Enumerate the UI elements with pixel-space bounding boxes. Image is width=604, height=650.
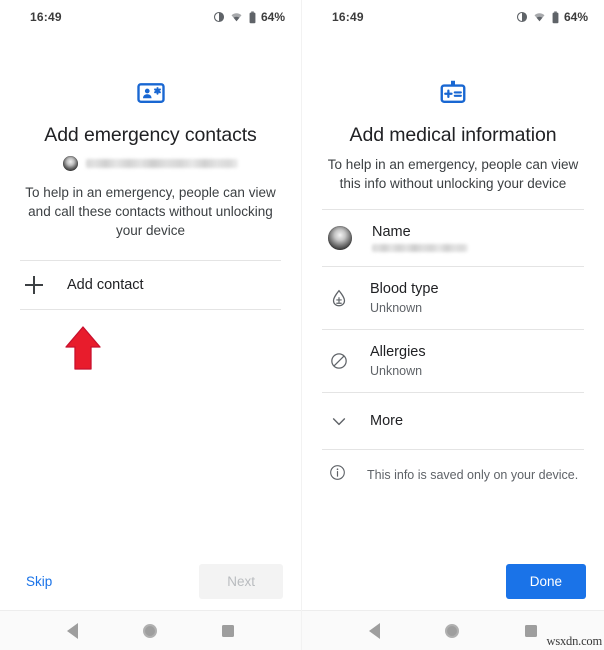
account-row <box>20 156 281 171</box>
emergency-contact-card-icon <box>136 83 165 103</box>
chevron-down-icon <box>328 410 350 432</box>
skip-button[interactable]: Skip <box>18 568 60 595</box>
android-nav-bar-left <box>0 610 301 650</box>
dual-screenshot-container: 16:49 64% Add emergency contacts To help… <box>0 0 604 650</box>
status-icons: 64% <box>516 10 588 24</box>
page-title: Add medical information <box>349 124 557 146</box>
wifi-icon <box>534 13 545 22</box>
right-content: Add medical information To help in an em… <box>302 34 604 552</box>
add-contact-label: Add contact <box>67 277 144 293</box>
page-description: To help in an emergency, people can view… <box>327 157 579 191</box>
site-watermark: wsxdn.com <box>546 634 603 648</box>
status-time: 16:49 <box>30 10 62 24</box>
left-content: Add emergency contacts To help in an eme… <box>0 34 301 552</box>
next-button[interactable]: Next <box>199 563 283 599</box>
recents-square-icon[interactable] <box>222 624 235 637</box>
dnd-icon <box>516 11 528 23</box>
wifi-icon <box>231 13 242 22</box>
blood-drop-icon <box>328 287 350 309</box>
battery-percent: 64% <box>563 10 588 24</box>
row-label: Blood type <box>370 281 439 297</box>
dnd-icon <box>213 11 225 23</box>
row-label: Name <box>372 224 411 240</box>
done-button[interactable]: Done <box>505 563 586 599</box>
row-label: More <box>370 413 404 429</box>
row-more[interactable]: More <box>322 393 584 449</box>
red-arrow-up-annotation-icon <box>65 326 101 370</box>
row-value: Unknown <box>370 364 423 378</box>
battery-icon <box>249 11 256 23</box>
info-icon <box>328 463 347 487</box>
add-contact-row[interactable]: Add contact <box>20 261 281 309</box>
row-blood-type[interactable]: Blood type Unknown <box>322 267 584 329</box>
right-footer-bar: Done <box>302 552 604 610</box>
plus-icon <box>25 276 43 294</box>
android-nav-bar-right: wsxdn.com <box>302 610 604 650</box>
row-value: Unknown <box>370 301 423 315</box>
recents-square-icon[interactable] <box>525 624 538 637</box>
hero-icon-wrap <box>322 78 584 108</box>
no-entry-icon <box>328 350 350 372</box>
annotation-arrow-wrap <box>20 326 281 370</box>
row-text: Name <box>372 224 468 252</box>
battery-percent: 64% <box>260 10 285 24</box>
divider-below-add-contact <box>20 309 281 310</box>
row-label: Allergies <box>370 344 426 360</box>
back-triangle-icon[interactable] <box>368 622 380 639</box>
page-description: To help in an emergency, people can view… <box>25 185 276 238</box>
account-avatar <box>63 156 78 171</box>
medical-id-badge-icon <box>440 80 466 103</box>
account-email-redacted <box>86 159 238 168</box>
left-footer-bar: Skip Next <box>0 552 301 610</box>
home-circle-icon[interactable] <box>142 623 157 638</box>
info-note-row: This info is saved only on your device. <box>322 450 584 500</box>
right-phone-screen: 16:49 64% Add medical information To hel… <box>302 0 604 650</box>
row-allergies[interactable]: Allergies Unknown <box>322 330 584 392</box>
row-name[interactable]: Name <box>322 210 584 266</box>
row-value-redacted <box>372 244 468 252</box>
status-bar-right: 16:49 64% <box>302 0 604 34</box>
battery-icon <box>552 11 559 23</box>
status-icons: 64% <box>213 10 285 24</box>
status-bar-left: 16:49 64% <box>0 0 301 34</box>
status-time: 16:49 <box>332 10 364 24</box>
account-avatar <box>328 226 352 250</box>
back-triangle-icon[interactable] <box>66 622 78 639</box>
row-text: Allergies Unknown <box>370 344 426 378</box>
home-circle-icon[interactable] <box>445 623 460 638</box>
row-text: Blood type Unknown <box>370 281 439 315</box>
page-title: Add emergency contacts <box>44 124 257 146</box>
info-note-text: This info is saved only on your device. <box>367 468 579 482</box>
hero-icon-wrap <box>20 78 281 108</box>
left-phone-screen: 16:49 64% Add emergency contacts To help… <box>0 0 302 650</box>
